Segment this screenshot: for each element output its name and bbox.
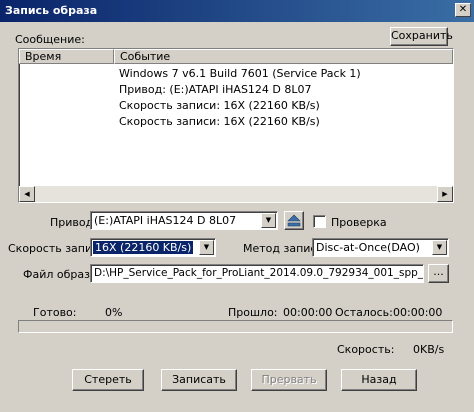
scroll-left-icon[interactable]: ◀ bbox=[19, 186, 35, 202]
window-title: Запись образа bbox=[5, 4, 98, 17]
burn-button[interactable]: Записать bbox=[161, 369, 237, 391]
horizontal-scrollbar[interactable]: ◀ ▶ bbox=[19, 186, 453, 202]
verify-label[interactable]: Проверка bbox=[331, 216, 387, 229]
message-log[interactable]: Время Событие Windows 7 v6.1 Build 7601 … bbox=[18, 48, 454, 203]
eject-icon bbox=[287, 214, 301, 227]
image-file-input[interactable]: D:\HP_Service_Pack_for_ProLiant_2014.09.… bbox=[90, 264, 424, 283]
log-row: Скорость записи: 16X (22160 KB/s) bbox=[119, 115, 320, 128]
column-event[interactable]: Событие bbox=[114, 49, 453, 64]
log-header: Время Событие bbox=[19, 49, 453, 64]
drive-select[interactable]: (E:)ATAPI iHAS124 D 8L07 ▼ bbox=[90, 211, 278, 230]
abort-button[interactable]: Прервать bbox=[251, 369, 327, 391]
title-bar: Запись образа ✕ bbox=[0, 0, 474, 22]
close-button[interactable]: ✕ bbox=[455, 3, 471, 17]
browse-button[interactable]: ... bbox=[428, 264, 449, 283]
log-row: Windows 7 v6.1 Build 7601 (Service Pack … bbox=[119, 67, 361, 80]
column-time[interactable]: Время bbox=[19, 49, 114, 64]
elapsed-value: 00:00:00 bbox=[283, 306, 333, 319]
speed-select[interactable]: 16X (22160 KB/s) ▼ bbox=[90, 238, 216, 257]
chevron-down-icon[interactable]: ▼ bbox=[199, 240, 214, 255]
eject-button[interactable] bbox=[284, 211, 304, 230]
speed-status-label: Скорость: bbox=[337, 343, 395, 356]
done-value: 0% bbox=[105, 306, 123, 319]
remaining-label: Осталось: bbox=[335, 306, 393, 319]
log-row: Скорость записи: 16X (22160 KB/s) bbox=[119, 99, 320, 112]
method-value: Disc-at-Once(DAO) bbox=[316, 241, 420, 254]
drive-value: (E:)ATAPI iHAS124 D 8L07 bbox=[94, 214, 237, 227]
back-button[interactable]: Назад bbox=[341, 369, 417, 391]
erase-button[interactable]: Стереть bbox=[72, 369, 144, 391]
progress-bar bbox=[18, 320, 453, 333]
speed-value: 16X (22160 KB/s) bbox=[93, 241, 194, 254]
write-method-select[interactable]: Disc-at-Once(DAO) ▼ bbox=[312, 238, 449, 257]
messages-label: Сообщение: bbox=[15, 33, 85, 46]
speed-status-value: 0KB/s bbox=[413, 343, 445, 356]
image-file-value: D:\HP_Service_Pack_for_ProLiant_2014.09.… bbox=[94, 267, 424, 279]
done-label: Готово: bbox=[33, 306, 77, 319]
elapsed-label: Прошло: bbox=[228, 306, 278, 319]
scroll-right-icon[interactable]: ▶ bbox=[437, 186, 453, 202]
save-log-button[interactable]: Сохранить bbox=[390, 27, 453, 46]
verify-checkbox[interactable] bbox=[313, 215, 326, 228]
chevron-down-icon[interactable]: ▼ bbox=[432, 240, 447, 255]
image-file-label: Файл образа: bbox=[23, 268, 101, 281]
log-row: Привод: (E:)ATAPI iHAS124 D 8L07 bbox=[119, 83, 312, 96]
chevron-down-icon[interactable]: ▼ bbox=[261, 213, 276, 228]
remaining-value: 00:00:00 bbox=[393, 306, 443, 319]
